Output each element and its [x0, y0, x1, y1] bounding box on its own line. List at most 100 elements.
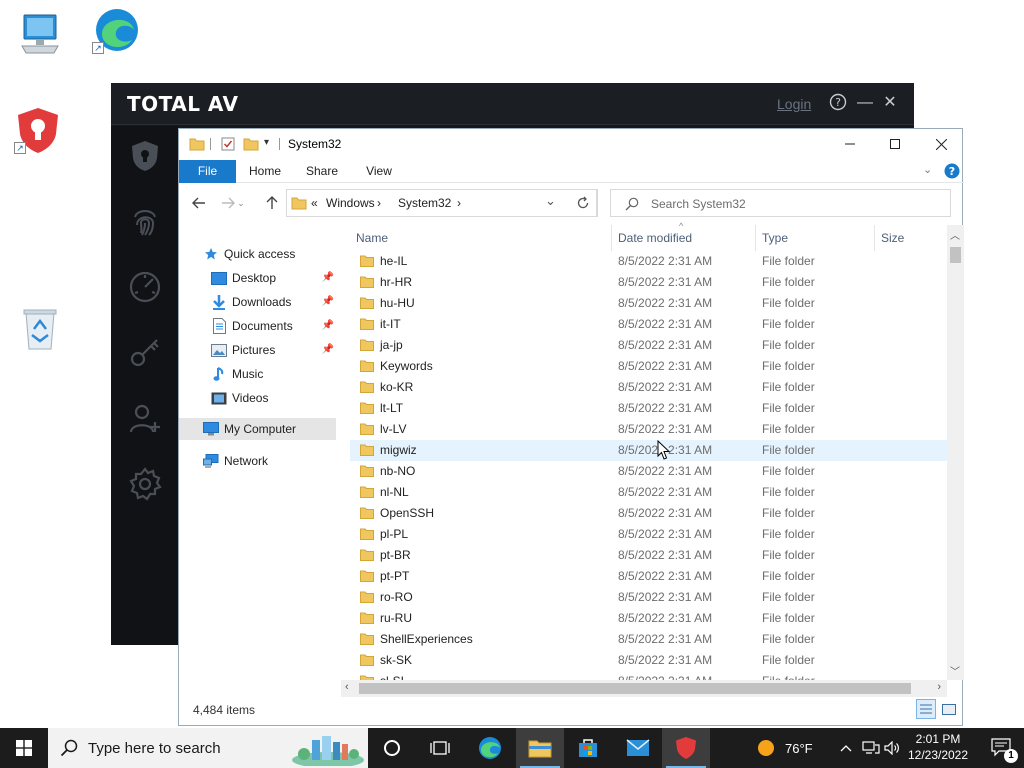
expand-ribbon-chevron-icon[interactable]: ⌄ — [923, 163, 932, 176]
table-row[interactable]: migwiz 8/5/2022 2:31 AM File folder — [350, 440, 947, 461]
table-row[interactable]: nb-NO 8/5/2022 2:31 AM File folder — [350, 461, 947, 482]
clock[interactable]: 2:01 PM 12/23/2022 — [903, 731, 973, 765]
pin-icon[interactable]: 📌 — [322, 344, 334, 355]
tab-view[interactable]: View — [359, 160, 399, 183]
table-row[interactable]: nl-NL 8/5/2022 2:31 AM File folder — [350, 482, 947, 503]
table-row[interactable]: ro-RO 8/5/2022 2:31 AM File folder — [350, 587, 947, 608]
up-button[interactable] — [262, 192, 282, 214]
table-row[interactable]: ru-RU 8/5/2022 2:31 AM File folder — [350, 608, 947, 629]
totalav-login-link[interactable]: Login — [777, 96, 811, 112]
table-row[interactable]: pl-PL 8/5/2022 2:31 AM File folder — [350, 524, 947, 545]
table-row[interactable]: ShellExperiences 8/5/2022 2:31 AM File fol… — [350, 629, 947, 650]
nav-item-music[interactable]: Music — [179, 363, 336, 385]
notification-center-button[interactable]: 1 — [980, 728, 1024, 768]
taskbar-file-explorer[interactable] — [516, 728, 564, 768]
add-user-icon[interactable] — [127, 400, 163, 436]
address-bar[interactable]: « Windows › System32 › ⌄ — [286, 189, 597, 217]
nav-item-documents[interactable]: Documents 📌 — [179, 315, 336, 337]
volume-tray-button[interactable] — [882, 728, 902, 768]
table-row[interactable]: lt-LT 8/5/2022 2:31 AM File folder — [350, 398, 947, 419]
table-row[interactable]: hr-HR 8/5/2022 2:31 AM File folder — [350, 272, 947, 293]
scroll-up-arrow-icon[interactable]: ︿ — [950, 227, 960, 242]
shield-icon[interactable] — [127, 138, 163, 174]
nav-item-my-computer[interactable]: My Computer — [179, 418, 336, 440]
address-dropdown-chevron-icon[interactable]: ⌄ — [545, 193, 556, 209]
close-button[interactable] — [918, 129, 964, 159]
address-segment-system32[interactable]: System32 — [398, 196, 451, 210]
totalav-close-button[interactable]: ✕ — [880, 93, 900, 113]
horizontal-scrollbar[interactable]: ‹ › — [341, 680, 947, 697]
speedometer-icon[interactable] — [127, 269, 163, 305]
tab-share[interactable]: Share — [301, 160, 343, 183]
column-header-type[interactable]: Type — [756, 225, 875, 251]
scroll-down-arrow-icon[interactable]: ﹀ — [950, 663, 960, 678]
minimize-button[interactable] — [827, 129, 873, 159]
new-folder-icon[interactable] — [243, 137, 259, 151]
pin-icon[interactable]: 📌 — [322, 320, 334, 331]
column-header-size[interactable]: Size — [875, 225, 947, 251]
details-view-button[interactable] — [916, 699, 936, 719]
help-icon[interactable]: ? — [944, 163, 960, 179]
table-row[interactable]: Keywords 8/5/2022 2:31 AM File folder — [350, 356, 947, 377]
address-overflow-chevrons[interactable]: « — [311, 196, 318, 210]
settings-gear-icon[interactable] — [127, 466, 163, 502]
desktop-icon-recycle-bin[interactable] — [16, 304, 64, 352]
table-row[interactable]: ko-KR 8/5/2022 2:31 AM File folder — [350, 377, 947, 398]
key-icon[interactable] — [127, 334, 163, 370]
vertical-scroll-thumb[interactable] — [950, 247, 961, 263]
properties-check-icon[interactable] — [221, 137, 235, 151]
weather-widget[interactable]: 76°F — [757, 728, 837, 768]
taskbar-totalav[interactable] — [662, 728, 710, 768]
back-button[interactable] — [189, 192, 209, 214]
search-box[interactable]: Search System32 — [610, 189, 951, 217]
customize-qat-dropdown-icon[interactable]: ▾ — [264, 137, 269, 148]
taskbar-store[interactable] — [564, 728, 612, 768]
column-header-name[interactable]: Name — [350, 225, 612, 251]
maximize-button[interactable] — [872, 129, 918, 159]
nav-item-downloads[interactable]: Downloads 📌 — [179, 291, 336, 313]
scroll-left-arrow-icon[interactable]: ‹ — [345, 681, 349, 693]
address-segment-windows[interactable]: Windows — [326, 196, 375, 210]
vertical-scrollbar[interactable]: ︿ ﹀ — [947, 225, 964, 680]
tab-home[interactable]: Home — [244, 160, 286, 183]
scroll-right-arrow-icon[interactable]: › — [937, 681, 941, 693]
table-row[interactable]: he-IL 8/5/2022 2:31 AM File folder — [350, 251, 947, 272]
desktop-icon-edge[interactable]: ↗ — [92, 6, 140, 54]
table-row[interactable]: it-IT 8/5/2022 2:31 AM File folder — [350, 314, 947, 335]
show-hidden-icons-button[interactable] — [838, 728, 854, 768]
address-separator-chevron-icon[interactable]: › — [377, 196, 381, 210]
network-tray-button[interactable] — [860, 728, 882, 768]
table-row[interactable]: pt-BR 8/5/2022 2:31 AM File folder — [350, 545, 947, 566]
pin-icon[interactable]: 📌 — [322, 296, 334, 307]
start-button[interactable] — [0, 728, 48, 768]
column-header-date-modified[interactable]: Date modified — [612, 225, 756, 251]
table-row[interactable]: ja-jp 8/5/2022 2:31 AM File folder — [350, 335, 947, 356]
forward-button[interactable] — [218, 192, 238, 214]
tab-file[interactable]: File — [179, 160, 236, 183]
taskbar-edge[interactable] — [466, 728, 514, 768]
nav-item-desktop[interactable]: Desktop 📌 — [179, 267, 336, 289]
recent-locations-button[interactable]: ⌄ — [236, 192, 246, 214]
table-row[interactable]: sk-SK 8/5/2022 2:31 AM File folder — [350, 650, 947, 671]
table-row[interactable]: lv-LV 8/5/2022 2:31 AM File folder — [350, 419, 947, 440]
totalav-minimize-button[interactable]: — — [855, 93, 875, 113]
pin-icon[interactable]: 📌 — [322, 272, 334, 283]
help-icon[interactable]: ? — [828, 93, 848, 113]
fingerprint-icon[interactable] — [127, 203, 163, 239]
desktop-icon-this-pc[interactable] — [16, 10, 64, 58]
taskbar-mail[interactable] — [614, 728, 662, 768]
task-view-cortana-button[interactable] — [368, 728, 416, 768]
table-row[interactable]: OpenSSH 8/5/2022 2:31 AM File folder — [350, 503, 947, 524]
task-view-button[interactable] — [416, 728, 464, 768]
table-row[interactable]: hu-HU 8/5/2022 2:31 AM File folder — [350, 293, 947, 314]
refresh-button[interactable] — [568, 189, 598, 217]
address-separator-chevron-icon[interactable]: › — [457, 196, 461, 210]
large-icons-view-button[interactable] — [939, 699, 959, 719]
nav-item-quick-access[interactable]: Quick access — [179, 243, 336, 265]
desktop-icon-totalav[interactable]: ↗ — [14, 106, 62, 154]
nav-item-videos[interactable]: Videos — [179, 387, 336, 409]
table-row[interactable]: pt-PT 8/5/2022 2:31 AM File folder — [350, 566, 947, 587]
nav-item-network[interactable]: Network — [179, 450, 336, 472]
nav-item-pictures[interactable]: Pictures 📌 — [179, 339, 336, 361]
horizontal-scroll-thumb[interactable] — [359, 683, 911, 694]
